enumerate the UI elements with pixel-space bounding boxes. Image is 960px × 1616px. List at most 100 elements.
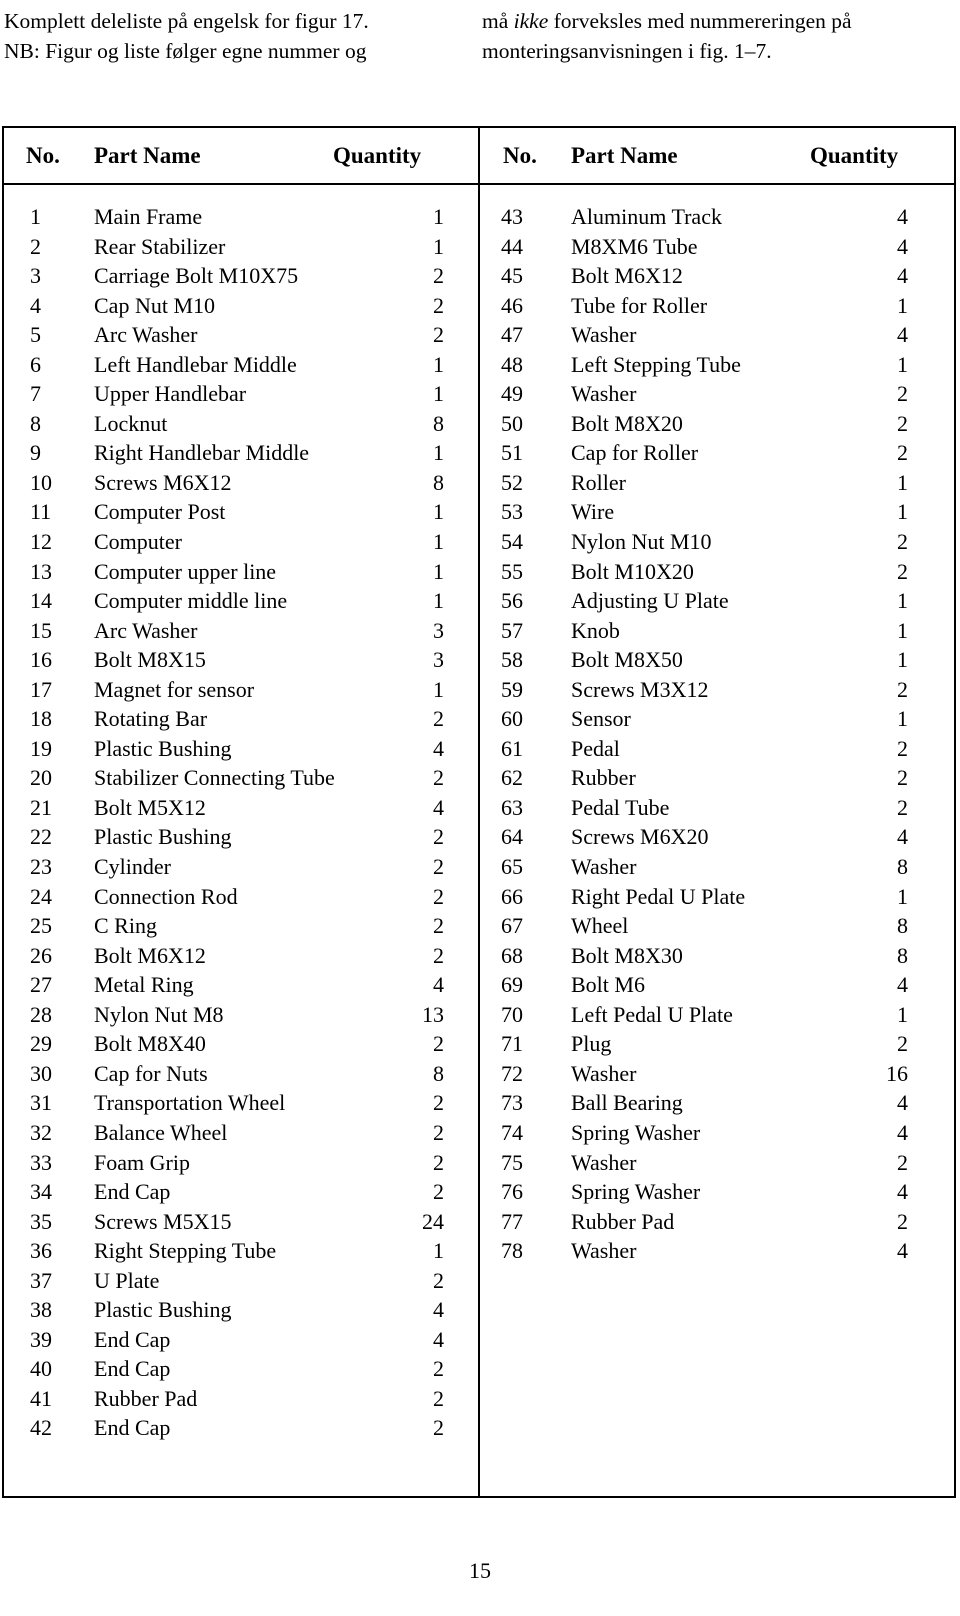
cell-part-name: Wheel bbox=[571, 913, 629, 939]
intro-line-3: må ikke forveksles med nummereringen på bbox=[482, 6, 960, 36]
cell-quantity: 2 bbox=[897, 381, 908, 407]
cell-no: 56 bbox=[501, 588, 523, 614]
cell-part-name: Bolt M5X12 bbox=[94, 794, 206, 820]
cell-no: 77 bbox=[501, 1208, 523, 1234]
cell-part-name: Bolt M8X15 bbox=[94, 647, 206, 673]
cell-part-name: Washer bbox=[571, 1238, 637, 1264]
table-row: 59 Screws M3X12 2 bbox=[479, 677, 956, 707]
cell-part-name: Computer Post bbox=[94, 499, 226, 525]
cell-part-name: Foam Grip bbox=[94, 1149, 190, 1175]
cell-part-name: Connection Rod bbox=[94, 883, 238, 909]
cell-part-name: Rubber Pad bbox=[571, 1208, 675, 1234]
cell-no: 32 bbox=[30, 1119, 52, 1145]
cell-quantity: 4 bbox=[897, 204, 908, 229]
cell-no: 26 bbox=[30, 942, 52, 968]
table-row: 1 Main Frame 1 bbox=[2, 204, 479, 234]
cell-part-name: Washer bbox=[571, 1060, 637, 1086]
cell-quantity: 1 bbox=[433, 1238, 444, 1264]
cell-quantity: 1 bbox=[897, 588, 908, 614]
cell-part-name: Ball Bearing bbox=[571, 1090, 683, 1116]
table-row: 78 Washer 4 bbox=[479, 1238, 956, 1268]
cell-part-name: Bolt M6X12 bbox=[571, 263, 683, 289]
cell-quantity: 2 bbox=[897, 676, 908, 702]
parts-list-table: No. Part Name Quantity 1 Main Frame 1 2 Rear… bbox=[2, 126, 956, 1498]
table-row: 33 Foam Grip 2 bbox=[2, 1150, 479, 1180]
cell-quantity: 1 bbox=[433, 588, 444, 614]
table-row: 51 Cap for Roller 2 bbox=[479, 440, 956, 470]
intro-note: Komplett deleliste på engelsk for figur … bbox=[0, 6, 960, 70]
table-row: 5 Arc Washer 2 bbox=[2, 322, 479, 352]
table-row: 40 End Cap 2 bbox=[2, 1356, 479, 1386]
cell-quantity: 8 bbox=[897, 942, 908, 968]
cell-quantity: 4 bbox=[897, 233, 908, 259]
cell-quantity: 1 bbox=[897, 469, 908, 495]
cell-quantity: 4 bbox=[433, 1297, 444, 1323]
cell-quantity: 4 bbox=[433, 1326, 444, 1352]
table-row: 8 Locknut 8 bbox=[2, 411, 479, 441]
cell-no: 34 bbox=[30, 1179, 52, 1205]
cell-quantity: 2 bbox=[433, 1119, 444, 1145]
cell-part-name: Adjusting U Plate bbox=[571, 588, 729, 614]
cell-quantity: 2 bbox=[897, 1208, 908, 1234]
table-row: 4 Cap Nut M10 2 bbox=[2, 293, 479, 323]
cell-no: 62 bbox=[501, 765, 523, 791]
cell-quantity: 1 bbox=[897, 499, 908, 525]
cell-part-name: End Cap bbox=[94, 1415, 171, 1441]
table-row: 25 C Ring 2 bbox=[2, 913, 479, 943]
table-row: 36 Right Stepping Tube 1 bbox=[2, 1238, 479, 1268]
cell-no: 75 bbox=[501, 1149, 523, 1175]
parts-rows-right: 43 Aluminum Track 4 44 M8XM6 Tube 4 45 Bolt M6X… bbox=[479, 183, 956, 1268]
cell-part-name: Cap for Nuts bbox=[94, 1060, 208, 1086]
table-row: 6 Left Handlebar Middle 1 bbox=[2, 352, 479, 382]
cell-quantity: 1 bbox=[433, 233, 444, 259]
cell-no: 14 bbox=[30, 588, 52, 614]
table-row: 43 Aluminum Track 4 bbox=[479, 204, 956, 234]
cell-part-name: Sensor bbox=[571, 706, 631, 732]
cell-part-name: Left Stepping Tube bbox=[571, 351, 741, 377]
table-row: 75 Washer 2 bbox=[479, 1150, 956, 1180]
cell-no: 41 bbox=[30, 1385, 52, 1411]
cell-no: 10 bbox=[30, 469, 52, 495]
cell-part-name: End Cap bbox=[94, 1179, 171, 1205]
cell-quantity: 2 bbox=[897, 440, 908, 466]
table-row: 9 Right Handlebar Middle 1 bbox=[2, 440, 479, 470]
cell-part-name: Rubber bbox=[571, 765, 636, 791]
cell-part-name: Bolt M8X30 bbox=[571, 942, 683, 968]
cell-quantity: 2 bbox=[433, 1267, 444, 1293]
cell-quantity: 1 bbox=[433, 351, 444, 377]
header-part-name-right: Part Name bbox=[571, 142, 678, 168]
cell-part-name: Screws M5X15 bbox=[94, 1208, 232, 1234]
header-quantity-right: Quantity bbox=[810, 142, 899, 168]
cell-quantity: 2 bbox=[433, 1415, 444, 1441]
cell-part-name: M8XM6 Tube bbox=[571, 233, 698, 259]
cell-part-name: Right Stepping Tube bbox=[94, 1238, 277, 1264]
cell-no: 23 bbox=[30, 854, 52, 880]
cell-part-name: Rear Stabilizer bbox=[94, 233, 226, 259]
cell-part-name: Transportation Wheel bbox=[94, 1090, 286, 1116]
cell-part-name: C Ring bbox=[94, 913, 157, 939]
cell-quantity: 2 bbox=[897, 1031, 908, 1057]
table-row: 26 Bolt M6X12 2 bbox=[2, 943, 479, 973]
cell-part-name: Bolt M8X50 bbox=[571, 647, 683, 673]
cell-no: 13 bbox=[30, 558, 52, 584]
cell-quantity: 1 bbox=[897, 351, 908, 377]
table-row: 12 Computer 1 bbox=[2, 529, 479, 559]
table-row: 44 M8XM6 Tube 4 bbox=[479, 234, 956, 264]
table-row: 22 Plastic Bushing 2 bbox=[2, 824, 479, 854]
page-number: 15 bbox=[469, 1558, 491, 1583]
cell-part-name: Bolt M8X20 bbox=[571, 410, 683, 436]
cell-quantity: 2 bbox=[433, 263, 444, 289]
cell-quantity: 16 bbox=[886, 1060, 908, 1086]
cell-no: 6 bbox=[30, 351, 41, 377]
cell-quantity: 2 bbox=[897, 558, 908, 584]
cell-part-name: U Plate bbox=[94, 1267, 160, 1293]
cell-quantity: 1 bbox=[897, 647, 908, 673]
cell-part-name: Rubber Pad bbox=[94, 1385, 198, 1411]
cell-no: 5 bbox=[30, 322, 41, 348]
table-row: 15 Arc Washer 3 bbox=[2, 618, 479, 648]
cell-no: 47 bbox=[501, 322, 523, 348]
cell-quantity: 4 bbox=[433, 794, 444, 820]
cell-part-name: Magnet for sensor bbox=[94, 676, 255, 702]
table-row: 56 Adjusting U Plate 1 bbox=[479, 588, 956, 618]
cell-quantity: 4 bbox=[897, 972, 908, 998]
